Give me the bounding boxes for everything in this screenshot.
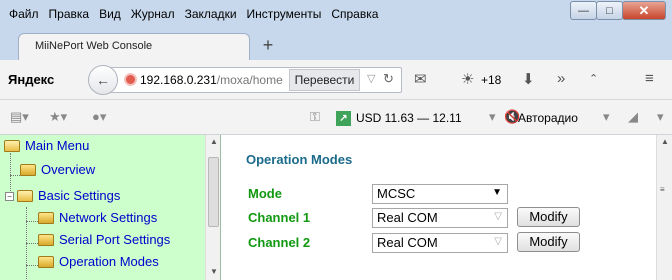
- folder-icon: [38, 233, 54, 246]
- open-folder-icon: [17, 189, 33, 202]
- tree-item-label: Network Settings: [59, 210, 158, 225]
- menu-view[interactable]: Вид: [94, 5, 126, 23]
- tab-bar: MiiNePort Web Console +: [0, 28, 672, 60]
- tree-item-label: Operation Modes: [59, 254, 159, 269]
- menu-help[interactable]: Справка: [326, 5, 383, 23]
- maximize-button[interactable]: □: [596, 1, 623, 20]
- menu-file[interactable]: Файл: [0, 5, 44, 23]
- folder-icon: [38, 211, 54, 224]
- tree-item-label: Basic Settings: [38, 188, 121, 203]
- weather-temperature[interactable]: +18: [481, 73, 501, 87]
- speech-bubble-icon[interactable]: ●▾: [92, 109, 106, 125]
- currency-chart-icon: ↗: [336, 111, 351, 126]
- menu-tools[interactable]: Инструменты: [242, 5, 327, 23]
- url-host: 192.168.0.231: [140, 73, 217, 87]
- tree-item-label: Serial Port Settings: [59, 232, 171, 247]
- navigation-tree: Main Menu Overview − Basic Settings Netw…: [0, 135, 221, 280]
- bookmarks-bar: ▤▾ ★▾ ●▾ ⚿ ↗ USD 11.63 — 12.11 ▾ 🔇 Автор…: [0, 100, 672, 135]
- key-icon[interactable]: ⚿: [310, 109, 320, 125]
- folder-icon: [38, 255, 54, 268]
- new-tab-button[interactable]: +: [258, 36, 278, 56]
- more-dropdown-icon[interactable]: ▾: [657, 109, 664, 125]
- scroll-down-icon[interactable]: ▼: [210, 267, 218, 276]
- dropdown-icon[interactable]: ▾: [489, 109, 496, 125]
- channel-2-label: Channel 2: [248, 235, 311, 250]
- scroll-up-icon[interactable]: ▲: [210, 137, 218, 146]
- tree-item-network-settings[interactable]: Network Settings: [38, 210, 157, 225]
- mode-select[interactable]: MCSC ▼: [372, 184, 508, 204]
- tree-item-label: Overview: [41, 162, 96, 177]
- collapse-icon[interactable]: −: [5, 192, 14, 201]
- channel-2-value: Real COM: [377, 235, 438, 250]
- scroll-thumb[interactable]: [208, 157, 219, 227]
- signal-icon: ◢: [628, 109, 638, 124]
- chevron-up-icon[interactable]: ⌃: [589, 72, 598, 85]
- chevron-down-icon: ▼: [492, 187, 502, 198]
- main-pane: Operation Modes Mode MCSC ▼ Channel 1 Re…: [226, 135, 656, 280]
- tree-item-serial-port-settings[interactable]: Serial Port Settings: [38, 232, 170, 247]
- weather-icon[interactable]: ☀: [461, 70, 474, 88]
- download-icon[interactable]: ⬇: [522, 70, 535, 88]
- currency-rate[interactable]: USD 11.63 — 12.11: [356, 111, 462, 125]
- channel-1-modify-button[interactable]: Modify: [517, 207, 580, 227]
- menu-bookmarks[interactable]: Закладки: [180, 5, 242, 23]
- chevron-down-icon: ▽: [494, 211, 502, 222]
- scroll-up-icon[interactable]: ▲: [661, 137, 669, 146]
- menu-history[interactable]: Журнал: [126, 5, 180, 23]
- tab-miineport[interactable]: MiiNePort Web Console: [18, 33, 250, 60]
- channel-1-label: Channel 1: [248, 210, 311, 225]
- tree-item-operation-modes[interactable]: Operation Modes: [38, 254, 159, 269]
- radio-dropdown-icon[interactable]: ▾: [603, 109, 610, 125]
- overflow-icon[interactable]: »: [557, 70, 565, 87]
- translate-button[interactable]: Перевести: [289, 69, 360, 91]
- url-text[interactable]: 192.168.0.231/moxa/home: [140, 73, 283, 87]
- channel-2-select[interactable]: Real COM ▽: [372, 233, 508, 253]
- bookmark-icon[interactable]: ▤▾: [10, 109, 29, 125]
- channel-2-modify-button[interactable]: Modify: [517, 232, 580, 252]
- tree-item-label: Main Menu: [25, 138, 90, 153]
- radio-station[interactable]: Авторадио: [518, 111, 578, 125]
- open-folder-icon: [4, 139, 20, 152]
- tree-item-basic-settings[interactable]: Basic Settings: [17, 188, 120, 203]
- menu-bar: Файл Правка Вид Журнал Закладки Инструме…: [0, 0, 672, 28]
- menu-edit[interactable]: Правка: [44, 5, 95, 23]
- page-title: Operation Modes: [246, 152, 353, 167]
- url-dropdown-icon[interactable]: ▽: [367, 72, 375, 85]
- star-icon[interactable]: ★▾: [49, 109, 67, 125]
- hamburger-menu-icon[interactable]: ≡: [645, 70, 654, 87]
- window-controls: — □ ✕: [570, 1, 666, 20]
- url-path: /moxa/home: [216, 73, 283, 87]
- tree-item-main-menu[interactable]: Main Menu: [4, 138, 89, 153]
- folder-icon: [20, 163, 36, 176]
- scroll-grip-icon[interactable]: ≡: [660, 185, 665, 194]
- tree-scrollbar[interactable]: ▲ ▼: [205, 135, 220, 280]
- minimize-button[interactable]: —: [570, 1, 597, 20]
- reload-icon[interactable]: ↻: [383, 71, 394, 87]
- mode-label: Mode: [248, 186, 282, 201]
- close-button[interactable]: ✕: [622, 1, 666, 20]
- chevron-down-icon: ▽: [494, 236, 502, 247]
- back-arrow-icon[interactable]: ←: [88, 65, 118, 95]
- messages-icon[interactable]: ✉: [414, 70, 427, 88]
- navigation-bar: Яндекс ← 192.168.0.231/moxa/home Перевес…: [0, 60, 672, 100]
- tree-item-overview[interactable]: Overview: [20, 162, 95, 177]
- yandex-logo[interactable]: Яндекс: [8, 72, 54, 87]
- main-scrollbar[interactable]: ▲ ≡: [656, 135, 672, 280]
- mode-select-value: MCSC: [377, 186, 416, 201]
- channel-1-value: Real COM: [377, 210, 438, 225]
- channel-1-select[interactable]: Real COM ▽: [372, 208, 508, 228]
- site-info-icon[interactable]: [124, 73, 137, 86]
- page-content: Main Menu Overview − Basic Settings Netw…: [0, 135, 672, 280]
